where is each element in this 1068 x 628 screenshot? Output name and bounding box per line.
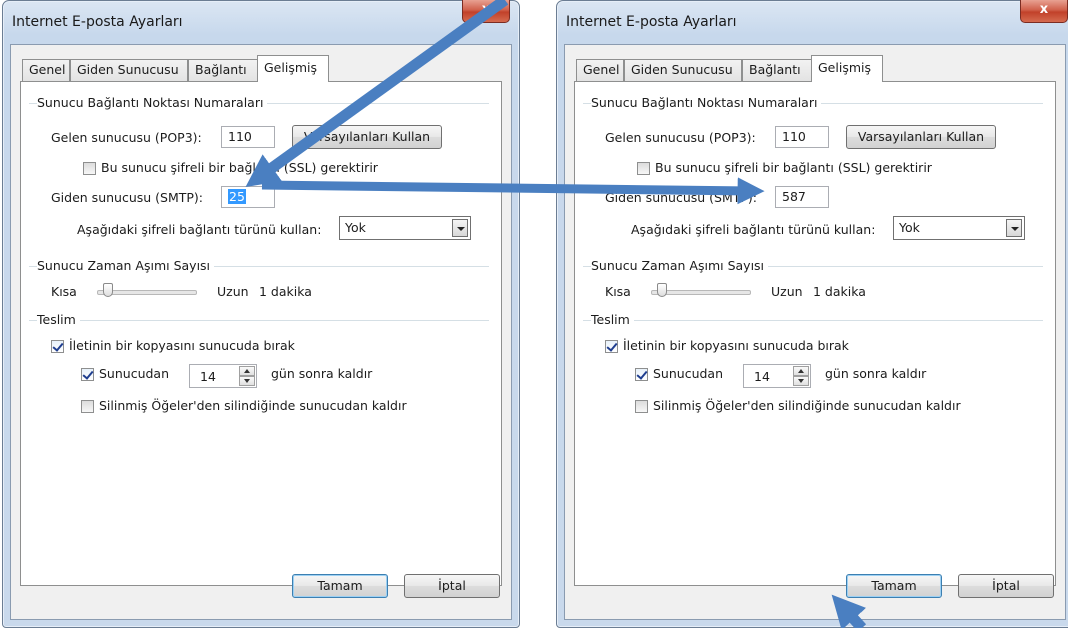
annotation-arrow-to-smtp-left	[245, 0, 509, 188]
annotation-arrow-to-smtp-right	[261, 177, 765, 205]
annotation-arrows	[245, 0, 867, 628]
annotation-arrow-to-ok-button	[831, 594, 867, 628]
